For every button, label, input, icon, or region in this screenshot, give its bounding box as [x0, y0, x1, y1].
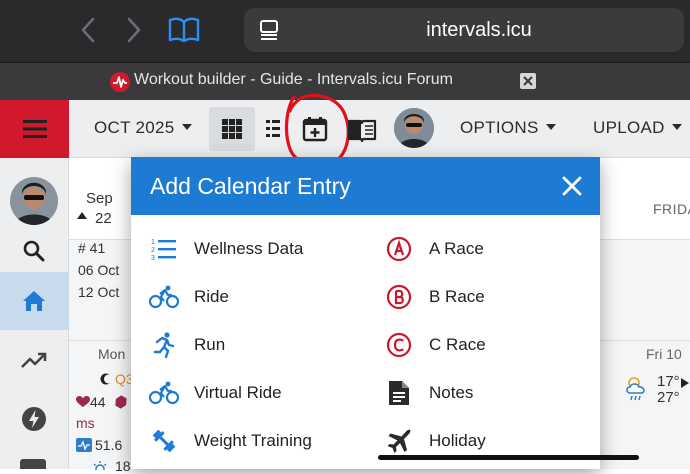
sidebar-item-home[interactable] — [0, 272, 69, 330]
entry-b-race[interactable]: B Race — [383, 277, 485, 317]
svg-text:1: 1 — [151, 239, 155, 246]
partial-value: 18 — [115, 458, 131, 474]
url-text: intervals.icu — [426, 19, 532, 41]
trend-icon[interactable] — [21, 350, 47, 370]
entry-label: A Race — [429, 239, 484, 258]
home-indicator — [378, 455, 639, 460]
upload-menu[interactable]: UPLOAD — [593, 118, 682, 138]
home-icon — [23, 291, 45, 311]
bookmarks-icon[interactable] — [168, 17, 200, 43]
circle-a-icon — [383, 233, 415, 265]
entry-label: C Race — [429, 335, 486, 354]
month-label: OCT 2025 — [94, 118, 175, 137]
entry-a-race[interactable]: A Race — [383, 229, 484, 269]
bike-icon — [148, 377, 180, 409]
entry-label: Notes — [429, 383, 474, 402]
bike-icon — [148, 281, 180, 313]
list-view-icon[interactable] — [266, 118, 280, 140]
address-bar[interactable]: intervals.icu — [244, 8, 684, 52]
add-calendar-entry-dialog: Add Calendar Entry 123 Wellness Data Rid… — [131, 157, 600, 469]
sort-up-icon[interactable] — [77, 212, 87, 219]
entry-label: Ride — [194, 287, 229, 306]
week-end: 12 Oct — [78, 284, 120, 300]
circle-c-icon — [383, 329, 415, 361]
entry-label: Weight Training — [194, 431, 312, 450]
entry-virtual-ride[interactable]: Virtual Ride — [148, 373, 282, 413]
power-icon[interactable] — [21, 406, 47, 432]
expand-arrow-icon[interactable] — [681, 378, 689, 388]
browser-toolbar: intervals.icu — [0, 0, 690, 62]
dumbbell-icon — [148, 425, 180, 457]
temp-high: 17° — [657, 373, 680, 390]
moon-icon — [100, 373, 112, 385]
runner-icon — [148, 329, 180, 361]
hrv-icon — [76, 438, 92, 452]
heart-icon — [76, 396, 90, 408]
hamburger-icon — [23, 120, 47, 138]
entry-c-race[interactable]: C Race — [383, 325, 486, 365]
user-avatar[interactable] — [394, 108, 434, 148]
sidebar-avatar[interactable] — [10, 177, 58, 225]
grid-view-button[interactable] — [209, 107, 255, 151]
search-icon[interactable] — [22, 239, 46, 263]
circle-b-icon — [383, 281, 415, 313]
entry-ride[interactable]: Ride — [148, 277, 229, 317]
svg-text:2: 2 — [151, 247, 155, 254]
close-tab-icon[interactable] — [520, 73, 536, 89]
monday-label: Mon — [98, 346, 126, 362]
dialog-header: Add Calendar Entry — [131, 157, 600, 215]
menu-button[interactable] — [0, 100, 69, 158]
back-icon[interactable] — [78, 16, 98, 44]
entry-label: Holiday — [429, 431, 486, 450]
header-day: 22 — [95, 210, 112, 227]
rain-cloud-icon — [624, 376, 652, 402]
header-month: Sep — [86, 190, 113, 207]
site-favicon — [110, 72, 130, 92]
dialog-title: Add Calendar Entry — [150, 173, 351, 199]
grid-icon — [222, 119, 242, 139]
guide-book-icon[interactable] — [347, 118, 377, 142]
entry-label: B Race — [429, 287, 485, 306]
week-start: 06 Oct — [78, 262, 120, 278]
hr-value: 44 — [90, 394, 106, 410]
friday-label: Fri 10 — [646, 346, 682, 362]
forward-icon[interactable] — [124, 16, 144, 44]
entry-wellness-data[interactable]: 123 Wellness Data — [148, 229, 303, 269]
entry-label: Run — [194, 335, 226, 354]
numbered-list-icon: 123 — [148, 233, 180, 265]
close-icon[interactable] — [560, 174, 584, 198]
entry-notes[interactable]: Notes — [383, 373, 473, 413]
upload-label: UPLOAD — [593, 118, 665, 137]
note-icon — [383, 377, 415, 409]
month-selector[interactable]: OCT 2025 — [94, 118, 192, 138]
airplane-icon — [383, 425, 415, 457]
week-number: # 41 — [78, 240, 106, 256]
entry-run[interactable]: Run — [148, 325, 225, 365]
entry-label: Virtual Ride — [194, 383, 282, 402]
entry-label: Wellness Data — [194, 239, 304, 258]
unit-label: ms — [76, 415, 95, 431]
entry-weight-training[interactable]: Weight Training — [148, 421, 312, 461]
tab-title[interactable]: Workout builder - Guide - Intervals.icu … — [134, 71, 453, 89]
hrv-value: 51.6 — [95, 437, 123, 453]
svg-text:3: 3 — [151, 255, 155, 261]
sidebar-item-partial[interactable] — [20, 459, 46, 469]
options-menu[interactable]: OPTIONS — [460, 118, 556, 138]
options-label: OPTIONS — [460, 118, 539, 137]
temp-low: 27° — [657, 389, 680, 406]
friday-header: FRIDA — [653, 201, 690, 217]
